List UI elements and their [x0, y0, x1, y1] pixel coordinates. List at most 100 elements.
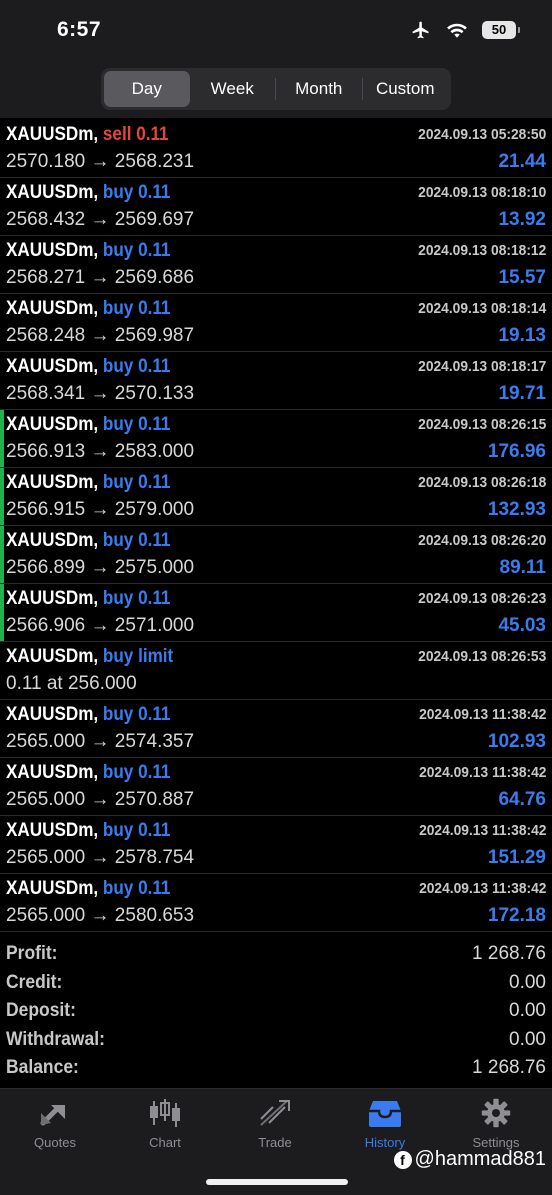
deal-row[interactable]: XAUUSDm, buy 0.11 2024.09.13 11:38:42 2565…	[0, 874, 552, 932]
tab-settings[interactable]: Settings	[441, 1097, 551, 1150]
status-icons: 50	[410, 20, 520, 40]
deal-profit: 19.71	[498, 383, 546, 404]
deal-side: buy 0.11	[102, 820, 171, 841]
deal-prices: 2565.000 → 2570.887	[6, 789, 195, 810]
deal-profit: 13.92	[498, 209, 546, 230]
deal-row[interactable]: XAUUSDm, sell 0.11 2024.09.13 05:28:50 257…	[0, 120, 552, 178]
deal-row[interactable]: XAUUSDm, buy 0.11 2024.09.13 08:26:18 2566…	[0, 468, 552, 526]
tab-chart[interactable]: Chart	[110, 1097, 220, 1150]
deal-row[interactable]: XAUUSDm, buy 0.11 2024.09.13 08:26:23 2566…	[0, 584, 552, 642]
deal-row[interactable]: XAUUSDm, buy 0.11 2024.09.13 08:26:20 2566…	[0, 526, 552, 584]
account-summary: Profit: 1 268.76 Credit: 0.00 Deposit: 0…	[0, 940, 552, 1083]
deal-date: 2024.09.13 08:18:10	[417, 184, 546, 201]
deal-profit: 15.57	[498, 267, 546, 288]
period-selector: Day Week Month Custom	[101, 68, 451, 110]
deal-row[interactable]: XAUUSDm, buy 0.11 2024.09.13 08:18:10 2568…	[0, 178, 552, 236]
deal-symbol: XAUUSDm,	[6, 646, 99, 667]
deal-side: buy 0.11	[102, 588, 171, 609]
deal-title: XAUUSDm, buy 0.11	[6, 878, 170, 900]
chart-icon	[110, 1097, 220, 1129]
summary-label: Credit:	[6, 971, 63, 993]
trade-icon	[220, 1097, 330, 1129]
deal-symbol: XAUUSDm,	[6, 878, 99, 899]
deal-side: buy 0.11	[102, 240, 171, 261]
facebook-icon: f	[393, 1150, 412, 1169]
deal-prices: 2566.899 → 2575.000	[6, 557, 195, 578]
deal-side: buy 0.11	[102, 878, 171, 899]
deal-title: XAUUSDm, buy limit	[6, 646, 173, 668]
deal-prices: 2568.432 → 2569.697	[6, 209, 195, 230]
tab-history[interactable]: History	[330, 1097, 440, 1150]
deal-side: buy 0.11	[102, 530, 171, 551]
deal-date: 2024.09.13 08:26:23	[417, 590, 546, 607]
deal-date: 2024.09.13 08:26:53	[417, 648, 546, 665]
deal-row[interactable]: XAUUSDm, buy limit 2024.09.13 08:26:53 0.1…	[0, 642, 552, 700]
deal-row[interactable]: XAUUSDm, buy 0.11 2024.09.13 11:38:42 2565…	[0, 816, 552, 874]
row-accent-bar	[0, 410, 4, 467]
deal-date: 2024.09.13 08:26:20	[417, 532, 546, 549]
deal-date: 2024.09.13 08:18:14	[417, 300, 546, 317]
deal-profit: 21.44	[498, 151, 546, 172]
summary-value: 0.00	[509, 1000, 546, 1021]
deal-date: 2024.09.13 05:28:50	[417, 126, 546, 143]
period-day[interactable]: Day	[104, 71, 190, 107]
summary-value: 0.00	[509, 971, 546, 993]
deal-title: XAUUSDm, buy 0.11	[6, 820, 170, 842]
deal-title: XAUUSDm, sell 0.11	[6, 124, 169, 146]
deal-list: XAUUSDm, sell 0.11 2024.09.13 05:28:50 257…	[0, 120, 552, 932]
deal-date: 2024.09.13 08:18:12	[417, 242, 546, 259]
deal-date: 2024.09.13 11:38:42	[418, 880, 546, 897]
deal-row[interactable]: XAUUSDm, buy 0.11 2024.09.13 08:18:17 2568…	[0, 352, 552, 410]
deal-date: 2024.09.13 11:38:42	[418, 822, 546, 839]
deal-symbol: XAUUSDm,	[6, 356, 99, 377]
deal-profit: 45.03	[498, 615, 546, 636]
deal-prices: 2568.271 → 2569.686	[6, 267, 195, 288]
summary-label: Balance:	[6, 1057, 79, 1078]
summary-value: 1 268.76	[472, 943, 546, 964]
deal-side: buy 0.11	[102, 762, 171, 783]
deal-prices: 2566.915 → 2579.000	[6, 499, 195, 520]
deal-symbol: XAUUSDm,	[6, 820, 99, 841]
deal-prices: 2570.180 → 2568.231	[6, 151, 195, 172]
deal-symbol: XAUUSDm,	[6, 414, 99, 435]
deal-side: buy limit	[102, 646, 174, 667]
deal-row[interactable]: XAUUSDm, buy 0.11 2024.09.13 08:26:15 2566…	[0, 410, 552, 468]
wifi-icon	[446, 21, 468, 39]
tab-trade[interactable]: Trade	[220, 1097, 330, 1150]
deal-title: XAUUSDm, buy 0.11	[6, 414, 170, 436]
deal-side: buy 0.11	[102, 182, 171, 203]
header: 6:57 50 Day Week Month Custom	[0, 0, 552, 118]
tab-label: Quotes	[34, 1135, 76, 1150]
deal-row[interactable]: XAUUSDm, buy 0.11 2024.09.13 08:18:14 2568…	[0, 294, 552, 352]
deal-row[interactable]: XAUUSDm, buy 0.11 2024.09.13 11:38:42 2565…	[0, 758, 552, 816]
deal-date: 2024.09.13 08:26:15	[417, 416, 546, 433]
home-indicator[interactable]	[206, 1179, 348, 1185]
deal-prices: 2565.000 → 2580.653	[6, 905, 195, 926]
status-time: 6:57	[57, 18, 102, 41]
summary-row-deposit: Deposit: 0.00	[0, 997, 552, 1026]
deal-prices: 0.11 at 256.000	[6, 673, 137, 694]
period-week[interactable]: Week	[190, 71, 276, 107]
deal-row[interactable]: XAUUSDm, buy 0.11 2024.09.13 08:18:12 2568…	[0, 236, 552, 294]
row-accent-bar	[0, 584, 4, 641]
row-accent-bar	[0, 526, 4, 583]
deal-title: XAUUSDm, buy 0.11	[6, 588, 170, 610]
deal-row[interactable]: XAUUSDm, buy 0.11 2024.09.13 11:38:42 2565…	[0, 700, 552, 758]
watermark: f @hammad881	[393, 1148, 546, 1171]
deal-symbol: XAUUSDm,	[6, 124, 99, 145]
period-custom[interactable]: Custom	[363, 71, 449, 107]
deal-profit: 151.29	[487, 847, 546, 868]
summary-label: Withdrawal:	[6, 1028, 105, 1050]
deal-symbol: XAUUSDm,	[6, 704, 99, 725]
airplane-icon	[410, 20, 432, 40]
period-month[interactable]: Month	[276, 71, 362, 107]
tab-label: Chart	[149, 1135, 181, 1150]
deal-title: XAUUSDm, buy 0.11	[6, 530, 170, 552]
tab-quotes[interactable]: Quotes	[0, 1097, 110, 1150]
summary-row-credit: Credit: 0.00	[0, 969, 552, 998]
deal-profit: 132.93	[487, 499, 546, 520]
deal-profit: 102.93	[487, 731, 546, 752]
deal-side: buy 0.11	[102, 414, 171, 435]
deal-symbol: XAUUSDm,	[6, 240, 99, 261]
battery-indicator: 50	[482, 21, 520, 39]
